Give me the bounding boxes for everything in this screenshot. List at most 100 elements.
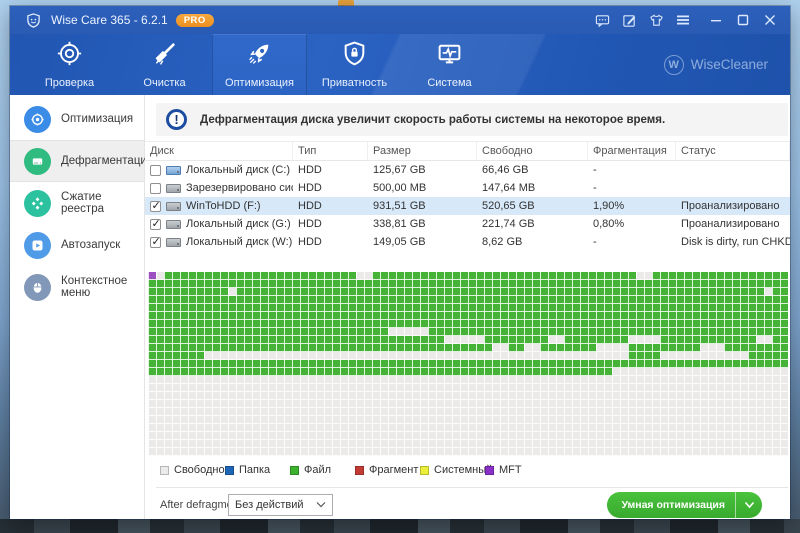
drive-icon [166,183,181,193]
blockmap-row [148,448,788,456]
diamonds-icon [24,189,51,217]
blockmap-run-mft [148,272,156,280]
drive-free: 147,64 MB [482,182,536,194]
drive-name: Зарезервировано системой (D:) [186,182,293,194]
blockmap-row [148,368,788,376]
table-row[interactable]: Локальный диск (G:) HDD 338,81 GB 221,74 GB… [145,215,790,233]
blockmap-run-free [148,424,788,432]
mouse-icon [24,273,51,301]
table-row[interactable]: WinToHDD (F:) HDD 931,51 GB 520,65 GB 1,90% П… [145,197,790,215]
sidebar-item-label: Сжатие реестра [61,191,104,215]
blockmap-run-file [148,280,788,288]
sidebar-item-label: Контекстное меню [61,275,128,299]
column-header[interactable]: Фрагментация [588,142,676,160]
legend-item: Системный [420,464,492,476]
drive-free: 66,46 GB [482,164,529,176]
blockmap-run-file [148,352,204,360]
blockmap-run-file [148,312,788,320]
blockmap-run-free [228,288,236,296]
drive-checkbox[interactable] [150,200,161,212]
blockmap-run-free [204,352,628,360]
blockmap-row [148,352,788,360]
sidebar-item-2[interactable]: Сжатие реестра [10,182,144,224]
after-defrag-select-value: Без действий [235,499,304,511]
column-header[interactable]: Статус [676,142,790,160]
sidebar-item-label: Оптимизация [61,113,134,125]
menu-icon[interactable] [673,10,693,30]
sidebar-item-1[interactable]: Дефрагментация [10,140,153,182]
blockmap-row [148,280,788,288]
close-button[interactable] [760,10,780,30]
blockmap-run-file [652,272,788,280]
nav-tab-system[interactable]: Система [402,34,497,95]
table-row[interactable]: Зарезервировано системой (D:) HDD 500,00 M… [145,179,790,197]
maximize-button[interactable] [733,10,753,30]
legend-swatch [420,465,429,475]
sidebar-item-0[interactable]: Оптимизация [10,98,144,140]
drive-free: 221,74 GB [482,218,535,230]
notice-text: Дефрагментация диска увеличит скорость р… [200,113,666,126]
drive-checkbox[interactable] [150,218,161,230]
nav-tab-check[interactable]: Проверка [22,34,117,95]
blockmap-run-file [148,296,788,304]
drive-table-body: Локальный диск (C:) HDD 125,67 GB 66,46 GB -… [145,161,790,251]
drive-checkbox[interactable] [150,236,161,248]
table-row[interactable]: Локальный диск (C:) HDD 125,67 GB 66,46 GB - [145,161,790,179]
column-header[interactable]: Диск [145,142,293,160]
blockmap-row [148,272,788,280]
blockmap-run-file [148,368,612,376]
broom-icon [151,40,178,72]
rocket-icon [246,40,273,72]
drive-checkbox[interactable] [150,182,161,194]
wisecleaner-logo-icon: W [663,54,684,75]
blockmap-row [148,304,788,312]
drive-type: HDD [298,164,322,176]
after-defrag-select[interactable]: Без действий [228,494,333,516]
shield-lock-icon [341,40,368,72]
blockmap-run-file [372,272,636,280]
drive-name: Локальный диск (C:) [186,164,291,176]
brand-name: WiseCleaner [690,57,768,72]
blockmap-row [148,440,788,448]
sidebar-item-3[interactable]: Автозапуск [10,224,144,266]
blockmap-run-file [508,344,524,352]
nav-tab-optimize[interactable]: Оптимизация [212,34,307,95]
drive-free: 520,65 GB [482,200,535,212]
nav-tab-label: Оптимизация [225,77,294,89]
legend-label: Файл [304,464,332,476]
hdd-icon [24,147,51,175]
blockmap-run-free [700,344,724,352]
nav-tab-clean[interactable]: Очистка [117,34,212,95]
sidebar-item-label: Дефрагментация [61,155,154,167]
drive-type: HDD [298,236,322,248]
column-header[interactable]: Тип [293,142,368,160]
blockmap-run-free [148,392,788,400]
column-header[interactable]: Размер [368,142,477,160]
column-header[interactable]: Свободно [477,142,588,160]
smart-optimize-button[interactable]: Умная оптимизация [607,492,762,518]
blockmap-run-file [148,304,788,312]
nav-tab-privacy[interactable]: Приватность [307,34,402,95]
feedback-icon[interactable] [592,10,612,30]
nav-tab-label: Система [427,77,472,89]
chevron-down-icon[interactable] [736,501,762,509]
sidebar-item-4[interactable]: Контекстное меню [10,266,144,308]
nav-tab-label: Очистка [143,77,186,89]
drive-cell: Зарезервировано системой (D:) [145,182,293,194]
legend-swatch [160,465,169,475]
blockmap-run-file [540,344,596,352]
edit-note-icon[interactable] [619,10,639,30]
footer-divider [156,487,788,488]
drive-checkbox[interactable] [150,164,161,176]
pro-badge: PRO [175,13,214,27]
skin-shirt-icon[interactable] [646,10,666,30]
blockmap-run-free [148,448,788,456]
drive-frag: - [593,236,597,248]
blockmap-run-free [596,344,628,352]
defrag-blockmap [148,272,788,456]
table-row[interactable]: Локальный диск (W:) HDD 149,05 GB 8,62 GB - D… [145,233,790,251]
blockmap-run-free [612,368,788,376]
minimize-button[interactable] [706,10,726,30]
legend-item: Файл [290,464,355,476]
blockmap-row [148,384,788,392]
